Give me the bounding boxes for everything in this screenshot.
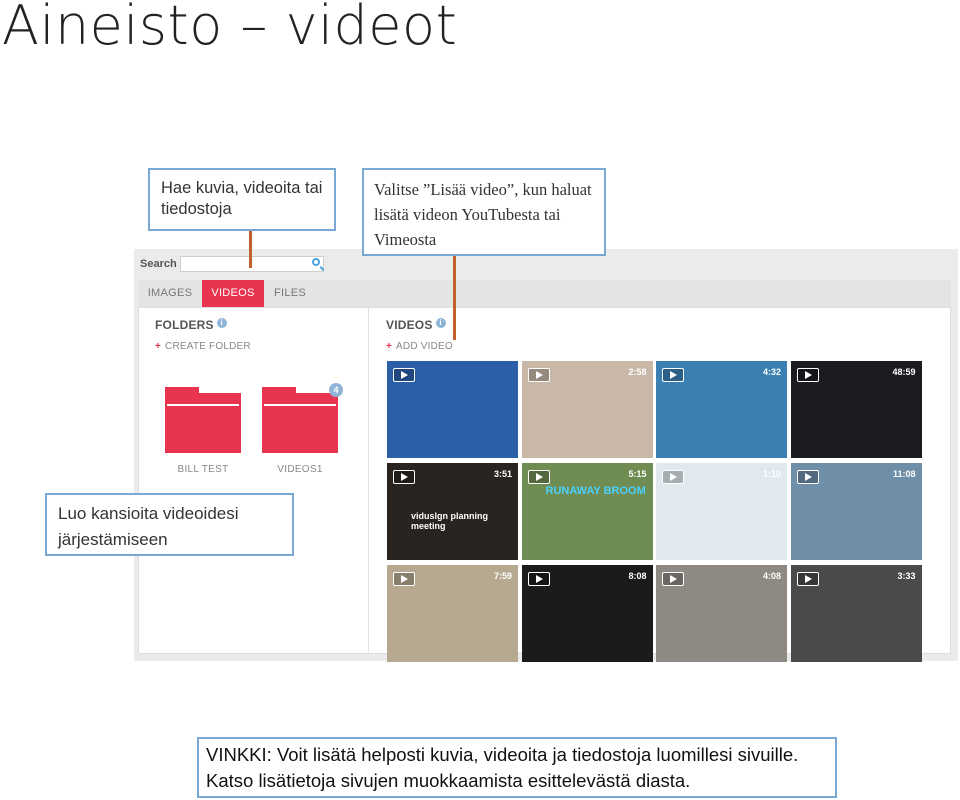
play-icon[interactable] <box>527 572 550 586</box>
folders-hint-callout: Luo kansioita videoidesi järjestämiseen <box>45 493 294 556</box>
add-video-hint-callout: Valitse ”Lisää video”, kun haluat lisätä… <box>362 168 606 256</box>
play-icon[interactable] <box>393 368 415 382</box>
plus-icon: + <box>155 341 162 352</box>
video-thumbnail[interactable]: 11:08 <box>790 463 922 560</box>
video-thumbnail[interactable]: 4:32 <box>656 361 787 458</box>
play-icon[interactable] <box>527 368 550 382</box>
play-icon[interactable] <box>527 470 550 484</box>
tab-files[interactable]: FILES <box>270 280 310 307</box>
info-icon[interactable]: i <box>435 318 446 328</box>
video-thumbnail[interactable]: 4:08 <box>656 565 787 662</box>
folder-label: BILL TEST <box>177 464 229 475</box>
video-thumbnail[interactable]: 3:33 <box>790 565 922 662</box>
add-video-button[interactable]: + ADD VIDEO <box>386 341 453 352</box>
create-folder-button[interactable]: + CREATE FOLDER <box>155 341 251 352</box>
search-input[interactable] <box>180 256 324 272</box>
tip-line-2: Katso lisätietoja sivujen muokkaamista e… <box>206 770 691 791</box>
section-divider <box>368 307 369 654</box>
video-duration: 5:15 <box>628 469 647 479</box>
video-duration: 11:08 <box>892 469 916 479</box>
search-connector <box>249 231 252 268</box>
folder-videos1[interactable] <box>262 387 338 453</box>
video-thumbnail[interactable]: 3:51 viduslgn planning meeting <box>387 463 518 560</box>
video-duration: 1:10 <box>762 469 781 479</box>
play-icon[interactable] <box>662 572 684 586</box>
play-icon[interactable] <box>662 470 684 484</box>
video-duration: 2:58 <box>628 367 647 377</box>
search-icon[interactable] <box>312 258 320 266</box>
play-icon[interactable] <box>393 572 415 586</box>
video-duration: 4:08 <box>762 571 781 581</box>
folder-bill-test[interactable] <box>165 387 241 453</box>
video-duration: 8:08 <box>628 571 647 581</box>
video-duration: 7:59 <box>493 571 512 581</box>
video-thumbnail[interactable]: 2:58 <box>521 361 653 458</box>
video-duration: 48:59 <box>892 367 916 377</box>
create-folder-label: CREATE FOLDER <box>165 341 251 352</box>
video-thumbnail[interactable]: 48:59 <box>790 361 922 458</box>
folder-count-badge: 4 <box>329 383 343 397</box>
search-hint-callout: Hae kuvia, videoita tai tiedostoja <box>148 168 336 231</box>
info-icon[interactable]: i <box>216 318 227 328</box>
video-overlay-text: viduslgn planning meeting <box>411 511 488 531</box>
search-label: Search <box>140 258 177 270</box>
video-thumbnail[interactable]: 7:59 <box>387 565 518 662</box>
add-video-connector <box>453 256 456 340</box>
tab-videos[interactable]: VIDEOS <box>202 280 264 307</box>
folders-heading-label: FOLDERS <box>155 318 214 332</box>
videos-heading: VIDEOS i <box>386 318 446 332</box>
slide-title: Aineisto – videot <box>2 0 458 57</box>
video-duration: 3:51 <box>493 469 512 479</box>
play-icon[interactable] <box>796 368 819 382</box>
play-icon[interactable] <box>662 368 684 382</box>
videos-heading-label: VIDEOS <box>386 318 433 332</box>
video-thumbnail[interactable] <box>387 361 518 458</box>
video-duration: 3:33 <box>897 571 916 581</box>
tab-images[interactable]: IMAGES <box>144 280 196 307</box>
play-icon[interactable] <box>796 572 819 586</box>
play-icon[interactable] <box>796 470 819 484</box>
video-overlay-text: RUNAWAY BROOM <box>545 485 646 497</box>
video-duration: 4:32 <box>762 367 781 377</box>
add-video-label: ADD VIDEO <box>396 341 453 352</box>
video-thumbnail[interactable]: 8:08 <box>521 565 653 662</box>
tip-line-1: VINKKI: Voit lisätä helposti kuvia, vide… <box>206 744 799 765</box>
video-thumbnail[interactable]: 5:15 RUNAWAY BROOM <box>521 463 653 560</box>
play-icon[interactable] <box>393 470 415 484</box>
plus-icon: + <box>386 341 393 352</box>
folders-heading: FOLDERS i <box>155 318 227 332</box>
media-tabs: IMAGES VIDEOS FILES <box>138 280 951 308</box>
video-thumbnail[interactable]: 1:10 <box>656 463 787 560</box>
tip-box: VINKKI: Voit lisätä helposti kuvia, vide… <box>197 737 837 798</box>
folder-label: VIDEOS1 <box>277 464 323 475</box>
